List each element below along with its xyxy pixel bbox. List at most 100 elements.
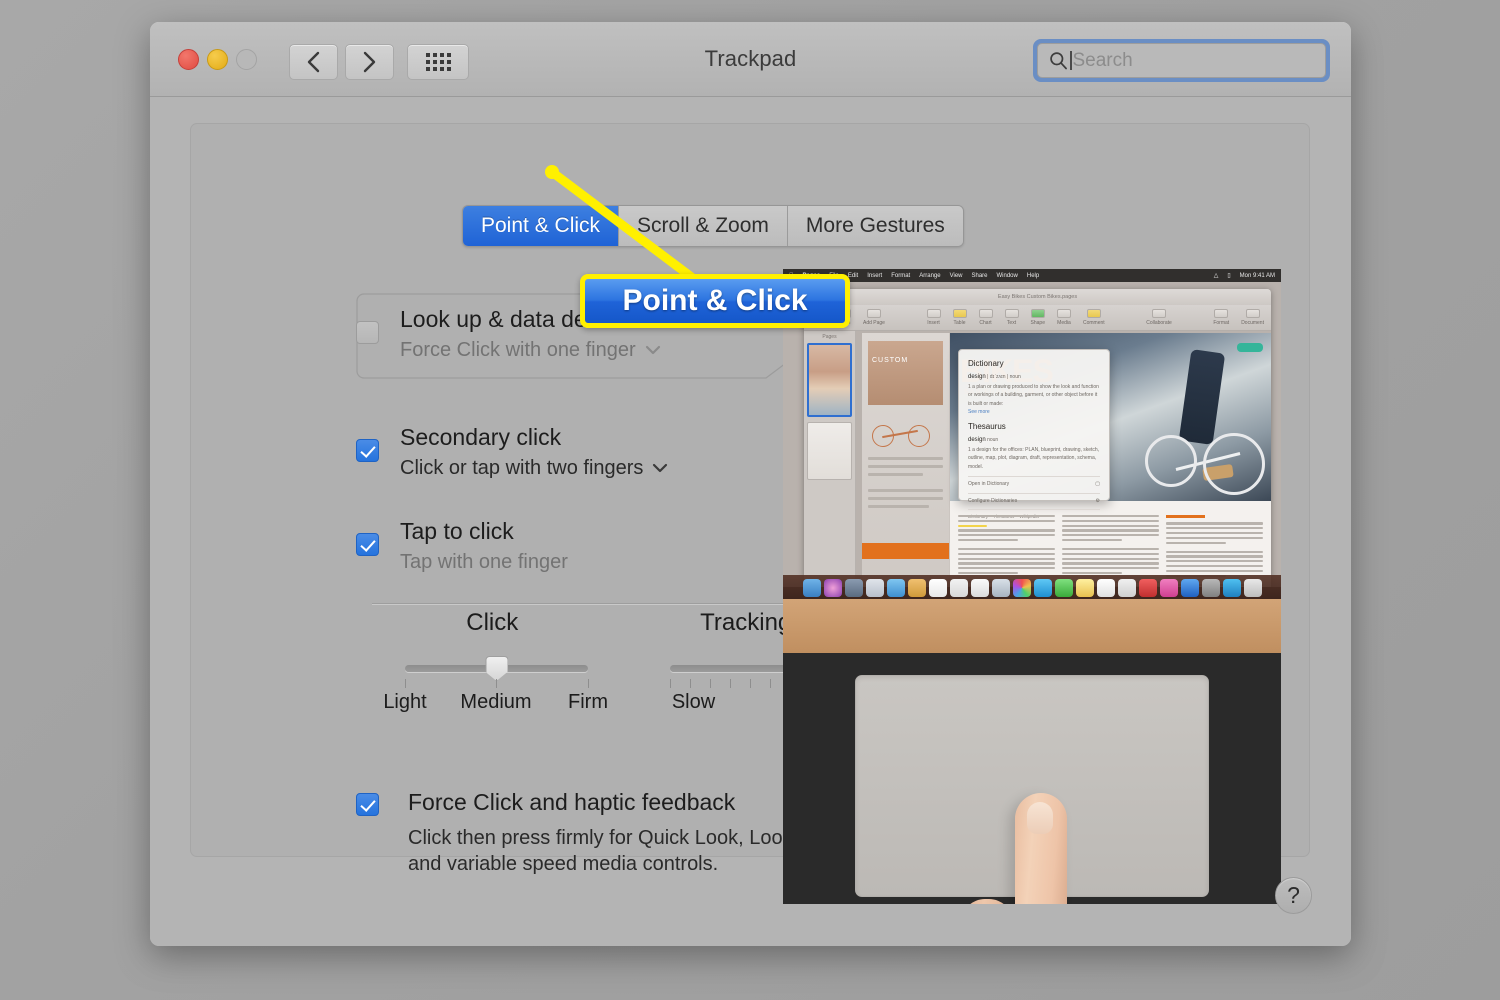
click-label-medium: Medium	[460, 691, 532, 713]
option-subtitle: Tap with one finger	[400, 551, 568, 573]
text-caret	[1070, 51, 1072, 70]
toolbar-table: Table	[952, 309, 967, 326]
option-text-block: Tap to click Tap with one finger	[400, 505, 568, 577]
option-title: Secondary click	[400, 424, 562, 450]
force-click-description-line2: and variable speed media controls.	[408, 853, 719, 875]
option-subtitle: Click or tap with two fingers	[400, 457, 644, 479]
tab-more-gestures[interactable]: More Gestures	[787, 206, 963, 246]
dock-keynote-icon	[1096, 579, 1115, 597]
option-title: Tap to click	[400, 518, 514, 544]
dock-calendar-icon	[928, 579, 947, 597]
demo-bike-illustration	[872, 415, 930, 447]
dock-noentry-icon	[1138, 579, 1157, 597]
wifi-icon: △	[1213, 273, 1219, 279]
demo-page-left-column: CUSTOM	[862, 333, 950, 587]
dock-itunes-icon	[1159, 579, 1178, 597]
dock-contacts-icon	[886, 579, 905, 597]
force-click-text-block: Force Click and haptic feedback Click th…	[408, 785, 826, 877]
dock-messages-icon	[1033, 579, 1052, 597]
dock-finder-icon	[802, 579, 821, 597]
demo-desk-surface	[783, 599, 1281, 653]
click-slider-title: Click	[466, 609, 519, 636]
book-icon: ▢	[1095, 480, 1100, 487]
dictionary-definition: 1 a plan or drawing produced to show the…	[968, 384, 1099, 407]
toolbar-media: Media	[1056, 309, 1071, 326]
dock-siri-icon	[823, 579, 842, 597]
dictionary-configure-label: Configure Dictionaries	[968, 498, 1018, 505]
toolbar-document: Document	[1241, 309, 1264, 326]
chevron-down-icon	[645, 345, 660, 355]
toolbar-collaborate: Collaborate	[1146, 309, 1172, 326]
toolbar-chart: Chart	[978, 309, 993, 326]
chevron-down-icon	[653, 463, 668, 473]
dictionary-open-row[interactable]: Open in Dictionary ▢	[968, 475, 1100, 488]
dictionary-word: design	[968, 374, 986, 381]
demo-pages-titlebar: Easy Bikes Custom Bikes.pages	[804, 289, 1271, 305]
click-slider-track[interactable]	[405, 656, 588, 681]
option-subtitle-menu[interactable]: Click or tap with two fingers	[400, 453, 668, 483]
click-slider-ticks	[372, 676, 613, 689]
gear-icon: ⚙	[1095, 498, 1100, 505]
force-click-description-line1: Click then press firmly for Quick Look, …	[408, 827, 826, 849]
menu-arrange: Arrange	[914, 272, 940, 279]
search-icon	[1050, 52, 1067, 70]
toolbar-shape: Shape	[1031, 309, 1045, 326]
option-subtitle: Force Click with one finger	[400, 339, 636, 361]
demo-page-thumbnail-2	[807, 422, 852, 480]
demo-dock	[783, 575, 1281, 601]
demo-fingernail	[1027, 802, 1053, 834]
demo-sidebar-label: Pages	[822, 334, 837, 340]
tab-bar: Point & Click Scroll & Zoom More Gesture…	[462, 205, 964, 247]
menu-share: Share	[967, 272, 988, 279]
checkbox-secondary-click[interactable]	[356, 439, 379, 462]
annotation-callout-label: Point & Click	[622, 284, 808, 317]
tab-scroll-and-zoom[interactable]: Scroll & Zoom	[619, 206, 788, 246]
dock-numbers-icon	[1075, 579, 1094, 597]
dictionary-heading: Dictionary	[968, 359, 1004, 368]
checkbox-wrap	[356, 505, 400, 556]
demo-photo: CUSTOM	[868, 341, 943, 405]
dock-preferences-icon	[1201, 579, 1220, 597]
gesture-demo-video[interactable]:  Pages File Edit Insert Format Arrange …	[783, 269, 1281, 904]
demo-index-finger	[1015, 793, 1067, 904]
search-placeholder: Search	[1072, 49, 1133, 71]
menu-help: Help	[1022, 272, 1039, 279]
dock-reminders-icon	[949, 579, 968, 597]
option-subtitle-menu[interactable]: Force Click with one finger	[400, 335, 661, 365]
search-input[interactable]: Search	[1037, 43, 1326, 78]
checkbox-lookup-data-detectors[interactable]	[356, 321, 379, 344]
demo-page-thumbnail-1	[807, 343, 852, 417]
dock-safari-icon	[865, 579, 884, 597]
tab-label: More Gestures	[805, 214, 945, 237]
dictionary-see-more[interactable]: See more	[968, 408, 1100, 416]
dock-photos-icon	[1012, 579, 1031, 597]
checkbox-tap-to-click[interactable]	[356, 533, 379, 556]
help-button[interactable]: ?	[1275, 877, 1312, 914]
dock-pages-icon	[970, 579, 989, 597]
toolbar-insert: Insert	[926, 309, 941, 326]
menu-view: View	[945, 272, 963, 279]
toolbar-format: Format	[1213, 309, 1229, 326]
body-column-2	[1062, 515, 1159, 587]
demo-orange-band	[862, 543, 949, 559]
demo-pages-window: Easy Bikes Custom Bikes.pages View Zoom …	[804, 289, 1271, 587]
dictionary-pronunciation: | dɪˈzʌɪn |	[987, 374, 1009, 381]
window-body: Point & Click Scroll & Zoom More Gesture…	[150, 97, 1351, 946]
dictionary-configure-row[interactable]: Configure Dictionaries ⚙	[968, 493, 1100, 505]
option-text-block: Secondary click Click or tap with two fi…	[400, 411, 668, 483]
click-slider-group: Click Light Medium Firm	[372, 609, 613, 719]
menu-window: Window	[992, 272, 1018, 279]
toolbar-text: Text	[1004, 309, 1019, 326]
body-column-3	[1166, 515, 1263, 586]
demo-doc-title: Easy Bikes Custom Bikes.pages	[997, 294, 1078, 300]
tab-point-and-click[interactable]: Point & Click	[463, 206, 620, 246]
demo-pages-main: Pages CUSTOM Dictionary design | dɪˈzʌɪn…	[804, 331, 1271, 587]
checkbox-force-click[interactable]	[356, 793, 379, 816]
demo-document-page: CUSTOM Dictionary design | dɪˈzʌɪn | nou…	[862, 333, 1271, 587]
dictionary-pos: noun	[1009, 374, 1021, 381]
checkbox-wrap	[356, 411, 400, 462]
demo-pages-toolbar: View Zoom Add Page Insert Table Chart Te…	[804, 305, 1271, 331]
demo-body-columns	[958, 515, 1267, 587]
window-titlebar: Trackpad Search	[150, 22, 1351, 97]
toolbar-add-page: Add Page	[863, 309, 885, 326]
